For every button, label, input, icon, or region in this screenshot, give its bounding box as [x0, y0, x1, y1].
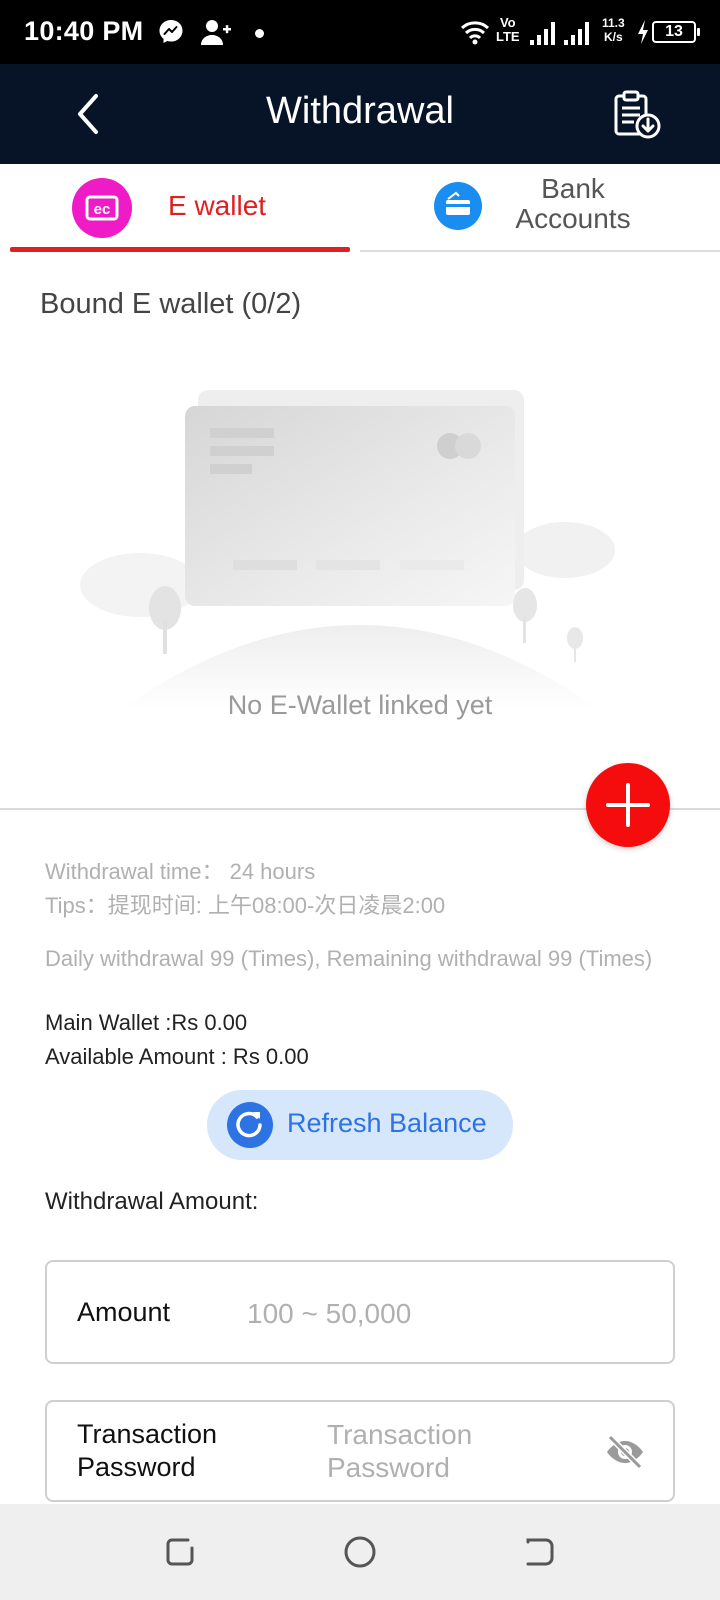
tab-label-bank-line2: Accounts: [515, 203, 631, 234]
wifi-icon: [460, 21, 490, 45]
speed-unit: K/s: [604, 30, 623, 44]
withdrawal-tips: Tips：提现时间: 上午08:00-次日凌晨2:00: [45, 893, 446, 918]
transaction-password-label-line2: Password: [77, 1452, 196, 1482]
battery-icon: 13: [652, 21, 700, 43]
tab-label-ewallet: E wallet: [168, 190, 267, 221]
charging-icon: [638, 20, 648, 44]
transaction-password-input[interactable]: [327, 1418, 557, 1488]
tab-label-bank: Bank Accounts: [498, 174, 648, 234]
add-user-icon: [201, 20, 231, 45]
tab-label-bank-line1: Bank: [541, 173, 605, 204]
refresh-balance-button[interactable]: Refresh Balance: [207, 1090, 513, 1160]
transaction-password-label: Transaction Password: [77, 1418, 217, 1484]
amount-label: Amount: [77, 1297, 171, 1327]
empty-state-text: No E-Wallet linked yet: [227, 690, 493, 720]
volte-line1: Vo: [499, 15, 516, 30]
refresh-balance-label: Refresh Balance: [287, 1108, 487, 1138]
active-tab-indicator: [10, 247, 350, 252]
status-bar: 10:40 PM Vo LTE 11.3 K/s 13: [0, 0, 720, 64]
volte-indicator: Vo LTE: [496, 16, 520, 44]
amount-field: Amount: [45, 1260, 675, 1364]
refresh-icon: [227, 1102, 273, 1148]
recent-apps-button[interactable]: [162, 1534, 198, 1570]
app-header: Withdrawal: [0, 64, 720, 164]
system-nav-bar: [0, 1504, 720, 1600]
notification-dot: [255, 29, 264, 38]
signal-strength-icon: [564, 22, 589, 45]
wallet-tabs: ec E wallet Bank Accounts: [0, 164, 720, 252]
volte-line2: LTE: [496, 29, 520, 44]
bank-card-icon: [434, 182, 482, 230]
tab-bank-accounts[interactable]: Bank Accounts: [360, 164, 720, 252]
home-button[interactable]: [342, 1534, 378, 1570]
withdrawal-time: Withdrawal time： 24 hours: [45, 859, 316, 884]
withdrawal-history-button[interactable]: [610, 88, 664, 142]
bound-wallet-title: Bound E wallet (0/2): [40, 288, 302, 320]
status-time: 10:40 PM: [24, 16, 144, 46]
transaction-password-field: Transaction Password: [45, 1400, 675, 1502]
empty-wallet-illustration: [80, 390, 615, 710]
add-ewallet-button[interactable]: [586, 763, 670, 847]
available-amount: Available Amount : Rs 0.00: [45, 1044, 309, 1069]
daily-withdrawal-limit: Daily withdrawal 99 (Times), Remaining w…: [45, 946, 653, 971]
speed-value: 11.3: [602, 16, 625, 30]
withdrawal-amount-title: Withdrawal Amount:: [45, 1188, 259, 1215]
network-speed: 11.3 K/s: [602, 16, 625, 44]
plus-icon: [606, 783, 650, 827]
ewallet-icon: ec: [72, 178, 132, 238]
eye-off-icon[interactable]: [605, 1434, 645, 1470]
tab-underline: [360, 250, 720, 252]
svg-text:ec: ec: [94, 201, 111, 218]
transaction-password-label-line1: Transaction: [77, 1419, 218, 1449]
amount-input[interactable]: [247, 1292, 647, 1336]
back-nav-button[interactable]: [522, 1534, 558, 1570]
tab-ewallet[interactable]: ec E wallet: [10, 164, 350, 252]
messenger-icon: [159, 20, 183, 43]
signal-strength-icon: [530, 22, 555, 45]
main-wallet-balance: Main Wallet :Rs 0.00: [45, 1010, 248, 1035]
